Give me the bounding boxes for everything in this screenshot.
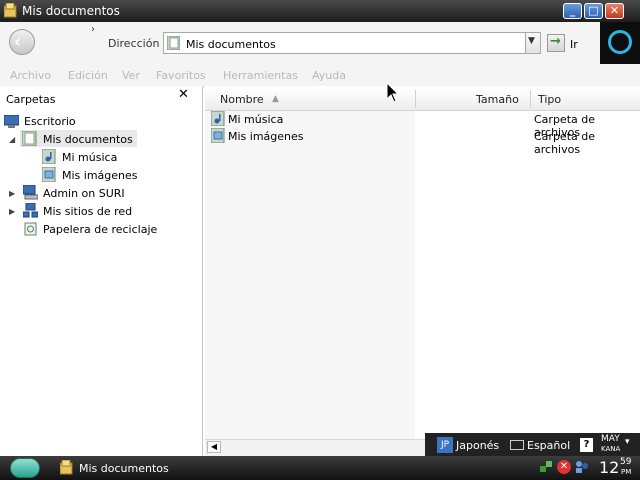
back-arrow-icon: ‹ — [14, 32, 22, 52]
column-separator[interactable] — [415, 90, 416, 108]
pictures-folder-icon — [42, 167, 56, 182]
go-arrow-icon: → — [550, 34, 561, 49]
desktop-icon — [4, 115, 19, 128]
window-title: Mis documentos — [22, 4, 120, 18]
go-label[interactable]: Ir — [570, 38, 578, 51]
file-row-type: Carpeta de archivos — [534, 130, 595, 156]
horizontal-scrollbar[interactable] — [205, 439, 425, 456]
tree-item-admin-on-suri[interactable]: Admin on SURI — [43, 187, 125, 200]
input-mode-top[interactable]: MAY — [601, 434, 620, 444]
security-alert-icon[interactable]: ✕ — [557, 460, 571, 474]
column-header-bar — [205, 88, 640, 111]
input-mode-bottom[interactable]: KANA — [601, 445, 620, 453]
clock-hour[interactable]: 12 — [599, 458, 619, 477]
address-dropdown[interactable]: ▼ — [526, 32, 541, 54]
folders-title: Carpetas — [6, 93, 56, 106]
column-header-tipo[interactable]: Tipo — [538, 93, 561, 106]
users-icon[interactable] — [575, 460, 589, 474]
language-japanese[interactable]: Japonés — [456, 439, 499, 452]
tree-item-mis-sitios-de-red[interactable]: Mis sitios de red — [43, 205, 132, 218]
folders-close-button[interactable]: ✕ — [178, 87, 189, 102]
file-row-name[interactable]: Mis imágenes — [228, 130, 304, 143]
taskbar-window-button[interactable]: Mis documentos — [79, 462, 169, 475]
back-button[interactable]: ‹ — [9, 29, 35, 55]
help-icon[interactable]: ? — [580, 438, 593, 452]
tree-item-mis-imagenes[interactable]: Mis imágenes — [62, 169, 138, 182]
address-label: Dirección — [108, 37, 160, 50]
documents-folder-icon — [167, 36, 180, 50]
computer-icon — [23, 185, 38, 200]
menu-ver[interactable]: Ver — [122, 69, 140, 82]
scroll-left-arrow-icon[interactable]: ◀ — [207, 441, 221, 453]
jp-badge-icon[interactable]: JP — [437, 437, 453, 453]
ring-logo-icon — [608, 30, 632, 54]
recycle-bin-icon — [24, 222, 37, 236]
expand-toggle-icon[interactable]: ▶ — [9, 207, 15, 216]
tree-item-papelera[interactable]: Papelera de reciclaje — [43, 223, 157, 236]
tree-item-mis-documentos[interactable]: Mis documentos — [43, 133, 133, 146]
menu-archivo[interactable]: Archivo — [10, 69, 51, 82]
chevron-down-icon[interactable]: ▾ — [625, 437, 630, 447]
column-header-nombre[interactable]: Nombre — [220, 93, 264, 106]
brand-logo — [600, 22, 640, 64]
menu-edicion[interactable]: Edición — [68, 69, 108, 82]
documents-folder-icon — [22, 131, 37, 146]
menu-herramientas[interactable]: Herramientas — [223, 69, 298, 82]
address-value[interactable]: Mis documentos — [186, 38, 276, 51]
folder-icon — [4, 3, 17, 18]
menu-favoritos[interactable]: Favoritos — [156, 69, 206, 82]
close-button[interactable]: ✕ — [605, 3, 624, 19]
expand-toggle-icon[interactable]: ▶ — [9, 189, 15, 198]
tree-item-mi-musica[interactable]: Mi música — [62, 151, 117, 164]
chevron-down-icon: ▼ — [528, 36, 535, 46]
maximize-button[interactable]: □ — [584, 3, 603, 19]
tree-item-escritorio[interactable]: Escritorio — [24, 115, 76, 128]
file-list-area — [205, 110, 415, 440]
music-folder-icon — [42, 149, 56, 164]
clock-ampm: PM — [621, 468, 632, 476]
toolbar-chevron[interactable]: › — [91, 24, 95, 35]
mouse-cursor-icon — [386, 82, 400, 103]
network-status-icon[interactable] — [539, 460, 553, 474]
network-icon — [23, 203, 38, 218]
start-button[interactable] — [10, 458, 40, 478]
column-header-tamano[interactable]: Tamaño — [476, 93, 519, 106]
pictures-folder-icon — [211, 128, 225, 143]
go-button[interactable]: → — [547, 34, 565, 52]
folder-icon — [60, 460, 73, 475]
clock-minute: 59 — [620, 457, 632, 467]
menu-ayuda[interactable]: Ayuda — [312, 69, 346, 82]
column-separator[interactable] — [530, 90, 531, 108]
collapse-toggle-icon[interactable]: ◢ — [9, 135, 15, 144]
minimize-button[interactable]: _ — [563, 3, 582, 19]
music-folder-icon — [211, 111, 225, 126]
keyboard-icon — [510, 440, 524, 450]
file-row-name[interactable]: Mi música — [228, 113, 283, 126]
language-spanish[interactable]: Español — [527, 439, 570, 452]
sort-ascending-icon: ▲ — [272, 94, 279, 104]
